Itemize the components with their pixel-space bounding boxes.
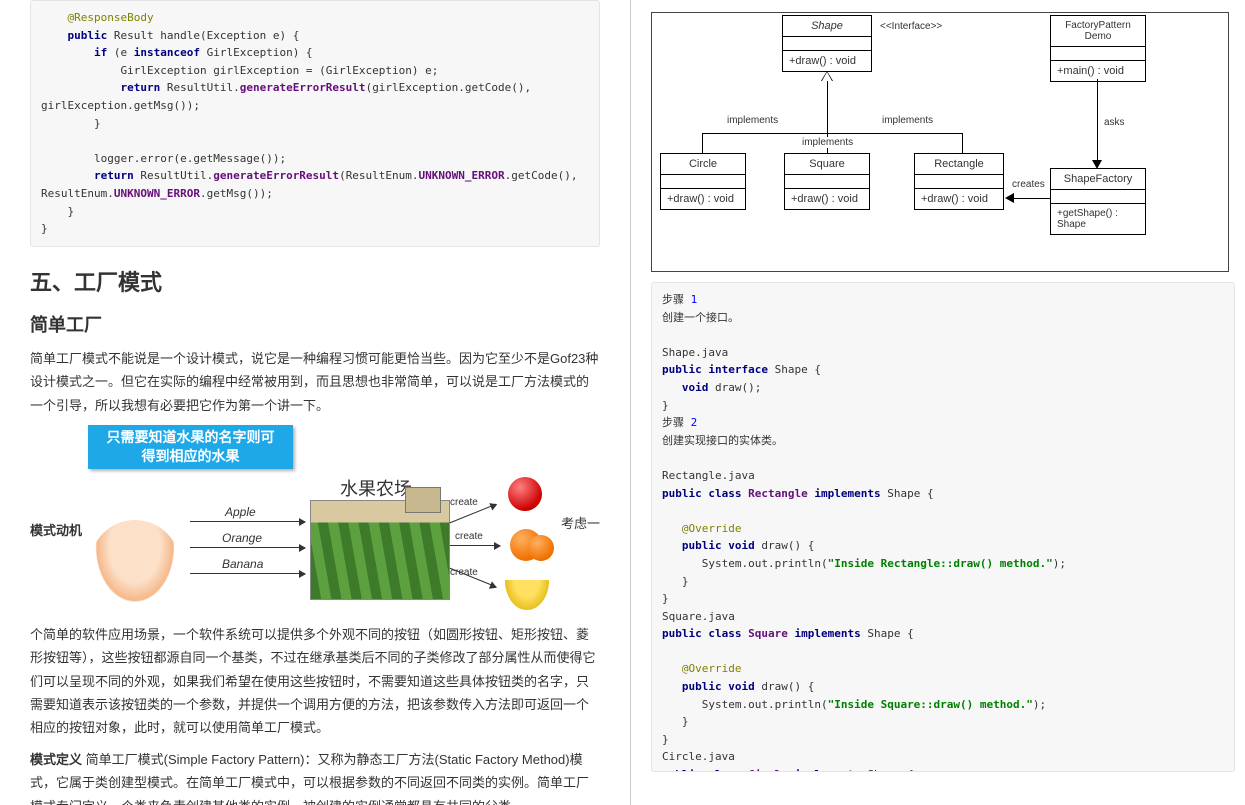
farm-image	[310, 500, 450, 600]
baby-image	[90, 520, 180, 610]
paragraph: 个简单的软件应用场景，一个软件系统可以提供多个外观不同的按钮（如圆形按钮、矩形按…	[30, 623, 600, 740]
paragraph: 简单工厂模式不能说是一个设计模式，说它是一种编程习惯可能更恰当些。因为它至少不是…	[30, 347, 600, 417]
illustration: 只需要知道水果的名字则可 得到相应的水果 水果农场 模式动机 考虑一 Apple…	[30, 425, 600, 615]
consider-label: 考虑一	[561, 513, 600, 532]
sub-heading: 简单工厂	[30, 311, 600, 337]
farm-title: 水果农场	[340, 475, 412, 501]
uml-diagram: Shape +draw() : void <<Interface>> imple…	[651, 12, 1229, 272]
apple-icon	[508, 477, 542, 511]
motive-label: 模式动机	[30, 520, 82, 539]
annotation: @ResponseBody	[68, 11, 154, 24]
code-block-right: 步骤 1 创建一个接口。 Shape.java public interface…	[651, 282, 1235, 772]
section-heading: 五、工厂模式	[30, 265, 600, 297]
code-block-left: @ResponseBody public Result handle(Excep…	[30, 0, 600, 247]
blue-callout: 只需要知道水果的名字则可 得到相应的水果	[88, 425, 293, 469]
banana-icon	[505, 580, 549, 610]
paragraph: 模式定义 简单工厂模式(Simple Factory Pattern)：又称为静…	[30, 748, 600, 805]
